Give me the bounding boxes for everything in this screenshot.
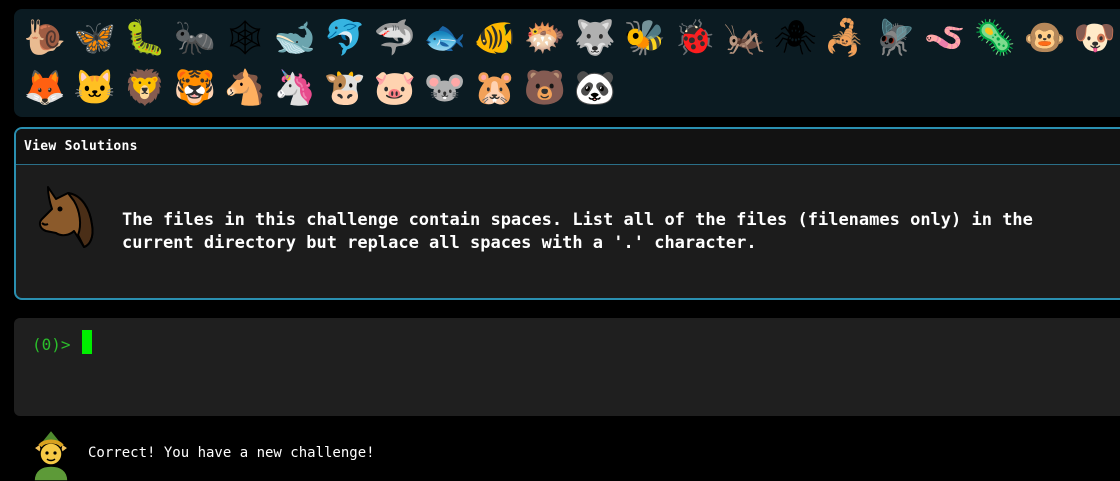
ladybug-icon[interactable]: 🐞 (670, 14, 720, 62)
spider-web-icon[interactable]: 🕸 (220, 14, 270, 62)
microbe-icon[interactable]: 🦠 (970, 14, 1020, 62)
spider-icon[interactable]: 🕷 (770, 14, 820, 62)
hamster-icon[interactable]: 🐹 (470, 64, 520, 112)
whale-icon[interactable]: 🐋 (270, 14, 320, 62)
panda-icon[interactable]: 🐼 (570, 64, 620, 112)
panel-body: The files in this challenge contain spac… (16, 165, 1120, 298)
horse-icon[interactable]: 🐴 (220, 64, 270, 112)
dog-icon[interactable]: 🐶 (1070, 14, 1120, 62)
pig-icon[interactable]: 🐷 (370, 64, 420, 112)
ant-icon[interactable]: 🐜 (170, 14, 220, 62)
blowfish-icon[interactable]: 🐡 (520, 14, 570, 62)
scorpion-icon[interactable]: 🦂 (820, 14, 870, 62)
cow-icon[interactable]: 🐮 (320, 64, 370, 112)
status-text: Correct! You have a new challenge! (88, 445, 375, 461)
panel-title[interactable]: View Solutions (24, 139, 138, 154)
bear-icon[interactable]: 🐻 (520, 64, 570, 112)
elf-icon (32, 428, 70, 481)
fox-icon[interactable]: 🦊 (20, 64, 70, 112)
cricket-icon[interactable]: 🦗 (720, 14, 770, 62)
animal-row-1: 🐌 🦋 🐛 🐜 🕸 🐋 🐬 🦈 🐟 🐠 🐡 🐺 🐝 🐞 🦗 🕷 🦂 🪰 🪱 🦠 🐵 🐶 (20, 13, 1120, 63)
dolphin-icon[interactable]: 🐬 (320, 14, 370, 62)
fish-icon[interactable]: 🐟 (420, 14, 470, 62)
animal-tray: 🐌 🦋 🐛 🐜 🕸 🐋 🐬 🦈 🐟 🐠 🐡 🐺 🐝 🐞 🦗 🕷 🦂 🪰 🪱 🦠 🐵 🐶 🦊 🐱 🦁 🐯 🐴 🦄 🐮 🐷 🐭 🐹 🐻 🐼 (14, 9, 1120, 117)
wolf-icon[interactable]: 🐺 (570, 14, 620, 62)
snail-icon[interactable]: 🐌 (20, 14, 70, 62)
fly-icon[interactable]: 🪰 (870, 14, 920, 62)
terminal[interactable]: (0)> (14, 318, 1120, 416)
cat-icon[interactable]: 🐱 (70, 64, 120, 112)
status-message-area: Correct! You have a new challenge! (28, 428, 728, 481)
terminal-prompt: (0)> (32, 334, 71, 354)
tropical-fish-icon[interactable]: 🐠 (470, 14, 520, 62)
terminal-cursor[interactable] (82, 330, 92, 354)
unicorn-icon[interactable]: 🦄 (270, 64, 320, 112)
bee-icon[interactable]: 🐝 (620, 14, 670, 62)
solutions-panel: View Solutions X The files in this chall… (14, 127, 1120, 300)
butterfly-icon[interactable]: 🦋 (70, 14, 120, 62)
horse-face-icon (38, 186, 94, 248)
page: 🐌 🦋 🐛 🐜 🕸 🐋 🐬 🦈 🐟 🐠 🐡 🐺 🐝 🐞 🦗 🕷 🦂 🪰 🪱 🦠 🐵 🐶 🦊 🐱 🦁 🐯 🐴 🦄 🐮 🐷 🐭 🐹 🐻 🐼 View… (0, 0, 1120, 481)
caterpillar-icon[interactable]: 🐛 (120, 14, 170, 62)
panel-header: View Solutions X (16, 129, 1120, 165)
animal-row-2: 🦊 🐱 🦁 🐯 🐴 🦄 🐮 🐷 🐭 🐹 🐻 🐼 (20, 63, 1120, 113)
monkey-icon[interactable]: 🐵 (1020, 14, 1070, 62)
tiger-icon[interactable]: 🐯 (170, 64, 220, 112)
challenge-description: The files in this challenge contain spac… (122, 210, 1033, 253)
shark-icon[interactable]: 🦈 (370, 14, 420, 62)
lion-icon[interactable]: 🦁 (120, 64, 170, 112)
mouse-icon[interactable]: 🐭 (420, 64, 470, 112)
worm-icon[interactable]: 🪱 (920, 14, 970, 62)
